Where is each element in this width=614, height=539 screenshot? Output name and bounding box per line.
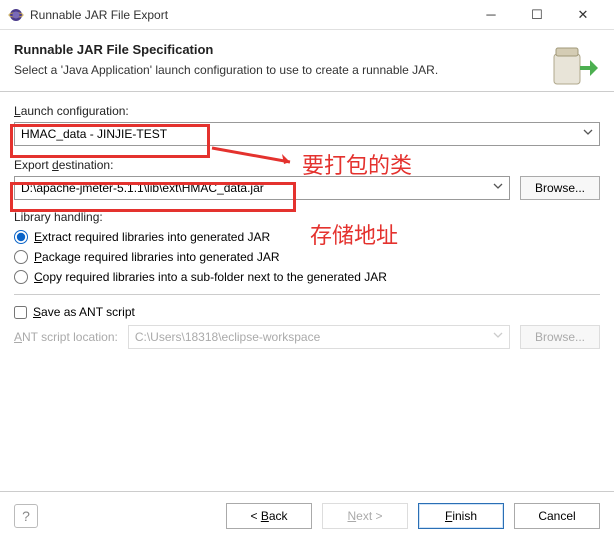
radio-package-label: Package required libraries into generate…: [34, 250, 279, 264]
browse-dest-button[interactable]: Browse...: [520, 176, 600, 200]
save-ant-row[interactable]: Save as ANT script: [14, 305, 600, 319]
export-dest-combo[interactable]: D:\apache-jmeter-5.1.1\lib\ext\HMAC_data…: [14, 176, 510, 200]
ant-location-value: C:\Users\18318\eclipse-workspace: [135, 330, 320, 344]
dialog-header: Runnable JAR File Specification Select a…: [0, 30, 614, 92]
browse-ant-button: Browse...: [520, 325, 600, 349]
radio-package-input[interactable]: [14, 250, 28, 264]
chevron-down-icon: [493, 181, 503, 191]
header-title: Runnable JAR File Specification: [14, 42, 600, 57]
launch-config-combo[interactable]: HMAC_data - JINJIE-TEST: [14, 122, 600, 146]
window-title: Runnable JAR File Export: [30, 8, 468, 22]
maximize-button[interactable]: ☐: [514, 0, 560, 30]
launch-config-label: Launch configuration:: [14, 104, 600, 118]
cancel-button[interactable]: Cancel: [514, 503, 600, 529]
radio-copy-input[interactable]: [14, 270, 28, 284]
separator: [14, 294, 600, 295]
radio-extract-input[interactable]: [14, 230, 28, 244]
close-button[interactable]: ✕: [560, 0, 606, 30]
dialog-content: Launch configuration: HMAC_data - JINJIE…: [0, 92, 614, 371]
library-handling-label: Library handling:: [14, 210, 600, 224]
titlebar: Runnable JAR File Export ─ ☐ ✕: [0, 0, 614, 30]
dialog-footer: ? < Back Next > Finish Cancel: [0, 491, 614, 539]
radio-copy[interactable]: Copy required libraries into a sub-folde…: [14, 270, 600, 284]
minimize-button[interactable]: ─: [468, 0, 514, 30]
save-ant-checkbox[interactable]: [14, 306, 27, 319]
eclipse-icon: [8, 7, 24, 23]
chevron-down-icon: [493, 330, 503, 340]
finish-button[interactable]: Finish: [418, 503, 504, 529]
back-button[interactable]: < Back: [226, 503, 312, 529]
ant-location-label: ANT script location:: [14, 330, 118, 344]
export-dest-row: D:\apache-jmeter-5.1.1\lib\ext\HMAC_data…: [14, 176, 600, 200]
system-buttons: ─ ☐ ✕: [468, 0, 606, 30]
next-button: Next >: [322, 503, 408, 529]
ant-location-combo: C:\Users\18318\eclipse-workspace: [128, 325, 510, 349]
radio-extract[interactable]: Extract required libraries into generate…: [14, 230, 600, 244]
save-ant-label: Save as ANT script: [33, 305, 135, 319]
export-dest-value: D:\apache-jmeter-5.1.1\lib\ext\HMAC_data…: [21, 181, 264, 195]
radio-copy-label: Copy required libraries into a sub-folde…: [34, 270, 387, 284]
help-button[interactable]: ?: [14, 504, 38, 528]
radio-package[interactable]: Package required libraries into generate…: [14, 250, 600, 264]
launch-config-value: HMAC_data - JINJIE-TEST: [21, 127, 167, 141]
header-subtitle: Select a 'Java Application' launch confi…: [14, 63, 600, 77]
radio-extract-label: Extract required libraries into generate…: [34, 230, 270, 244]
export-dest-label: Export destination:: [14, 158, 600, 172]
jar-export-icon: [548, 44, 600, 92]
chevron-down-icon: [583, 127, 593, 137]
ant-location-row: ANT script location: C:\Users\18318\ecli…: [14, 325, 600, 349]
